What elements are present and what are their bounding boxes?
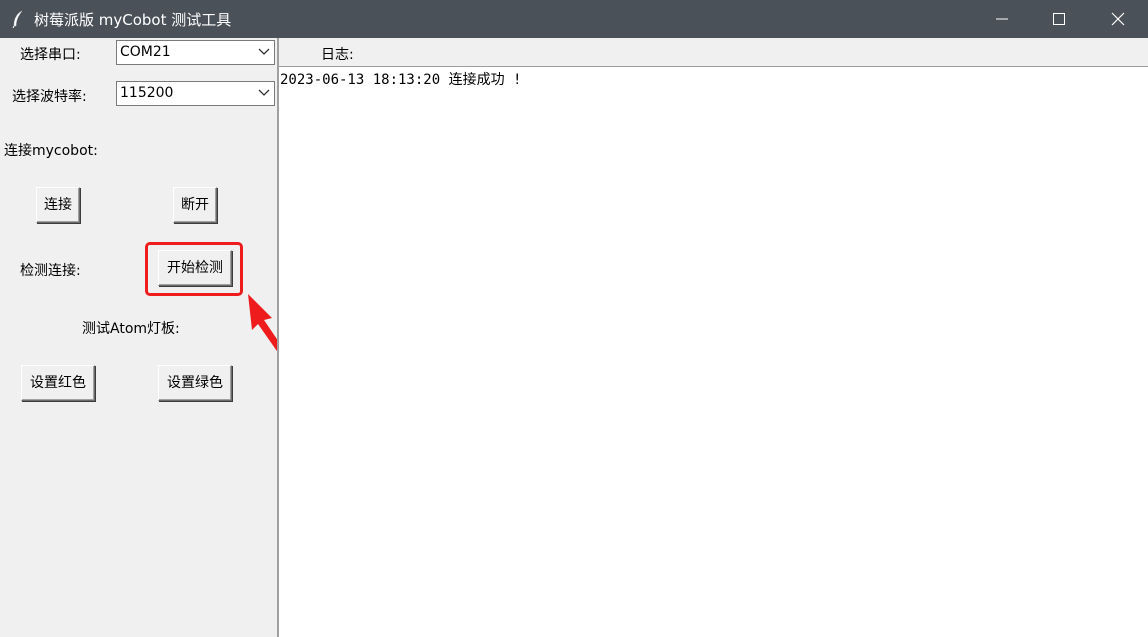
connect-section-label: 连接mycobot: (4, 143, 98, 159)
maximize-icon (1053, 13, 1065, 25)
window-title: 树莓派版 myCobot 测试工具 (34, 11, 232, 29)
log-textarea[interactable]: 2023-06-13 18:13:20 连接成功 ! (279, 67, 1148, 637)
log-line: 2023-06-13 18:13:20 连接成功 ! (280, 72, 522, 88)
atom-section-label: 测试Atom灯板: (82, 321, 180, 337)
set-green-button[interactable]: 设置绿色 (158, 365, 232, 401)
highlight-box (145, 242, 243, 296)
baud-rate-label: 选择波特率: (12, 89, 87, 105)
baud-rate-select[interactable]: 115200 (116, 81, 275, 106)
serial-port-value: COM21 (120, 44, 171, 60)
close-button[interactable] (1090, 0, 1146, 38)
serial-port-label: 选择串口: (20, 47, 81, 63)
title-bar: 树莓派版 myCobot 测试工具 (0, 0, 1148, 38)
log-header: 日志: (279, 38, 1148, 67)
baud-rate-value: 115200 (120, 85, 174, 101)
connect-button[interactable]: 连接 (36, 187, 80, 223)
disconnect-button[interactable]: 断开 (173, 187, 217, 223)
chevron-down-icon (258, 48, 270, 55)
set-red-button[interactable]: 设置红色 (21, 365, 95, 401)
minimize-icon (996, 18, 1008, 20)
minimize-button[interactable] (974, 0, 1030, 38)
detect-label: 检测连接: (20, 263, 81, 279)
serial-port-select[interactable]: COM21 (116, 40, 275, 65)
log-title: 日志: (321, 47, 354, 63)
maximize-button[interactable] (1031, 0, 1087, 38)
close-icon (1111, 12, 1125, 26)
feather-icon (10, 10, 26, 29)
chevron-down-icon (258, 89, 270, 96)
